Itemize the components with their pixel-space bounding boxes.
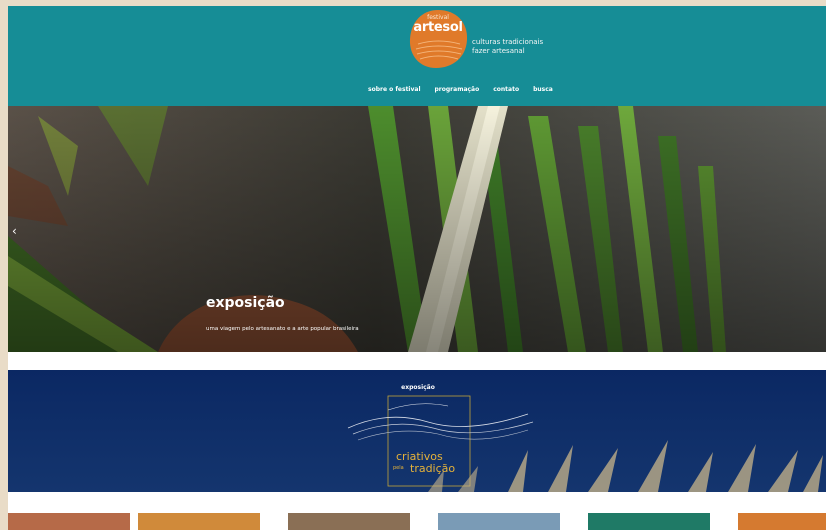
tagline-line1: culturas tradicionais <box>472 38 544 46</box>
thumbnail-card[interactable] <box>438 513 560 530</box>
banner-title-small: pela <box>393 465 404 471</box>
thumbnail-row <box>8 513 826 530</box>
chevron-left-icon[interactable]: ‹ <box>12 224 17 238</box>
site-header: festival artesol culturas tradicionais f… <box>8 6 826 106</box>
logo-name-text: artesol <box>413 20 463 35</box>
page: festival artesol culturas tradicionais f… <box>8 6 826 530</box>
thumbnail-card[interactable] <box>588 513 710 530</box>
site-logo[interactable]: festival artesol <box>406 8 470 70</box>
nav-busca[interactable]: busca <box>533 86 553 93</box>
thumbnail-card[interactable] <box>8 513 130 530</box>
hero-image <box>8 106 826 352</box>
thumbnail-card[interactable] <box>738 513 826 530</box>
banner-title-line2: tradição <box>410 462 456 475</box>
hero-subtitle: uma viagem pelo artesanato e a arte popu… <box>206 326 359 332</box>
thumbnail-card[interactable] <box>138 513 260 530</box>
site-tagline: culturas tradicionais fazer artesanal <box>472 38 543 56</box>
hero-slider[interactable]: ‹ exposição uma viagem pelo artesanato e… <box>8 106 826 352</box>
tagline-line2: fazer artesanal <box>472 47 525 55</box>
thumbnail-card[interactable] <box>288 513 410 530</box>
hero-title: exposição <box>206 295 285 311</box>
exposicao-banner[interactable]: exposição criativos pela tradição <box>8 370 826 492</box>
nav-sobre-o-festival[interactable]: sobre o festival <box>368 86 421 93</box>
nav-programacao[interactable]: programação <box>435 86 480 93</box>
banner-label: exposição <box>401 384 435 391</box>
main-nav: sobre o festival programação contato bus… <box>368 86 553 93</box>
nav-contato[interactable]: contato <box>493 86 519 93</box>
